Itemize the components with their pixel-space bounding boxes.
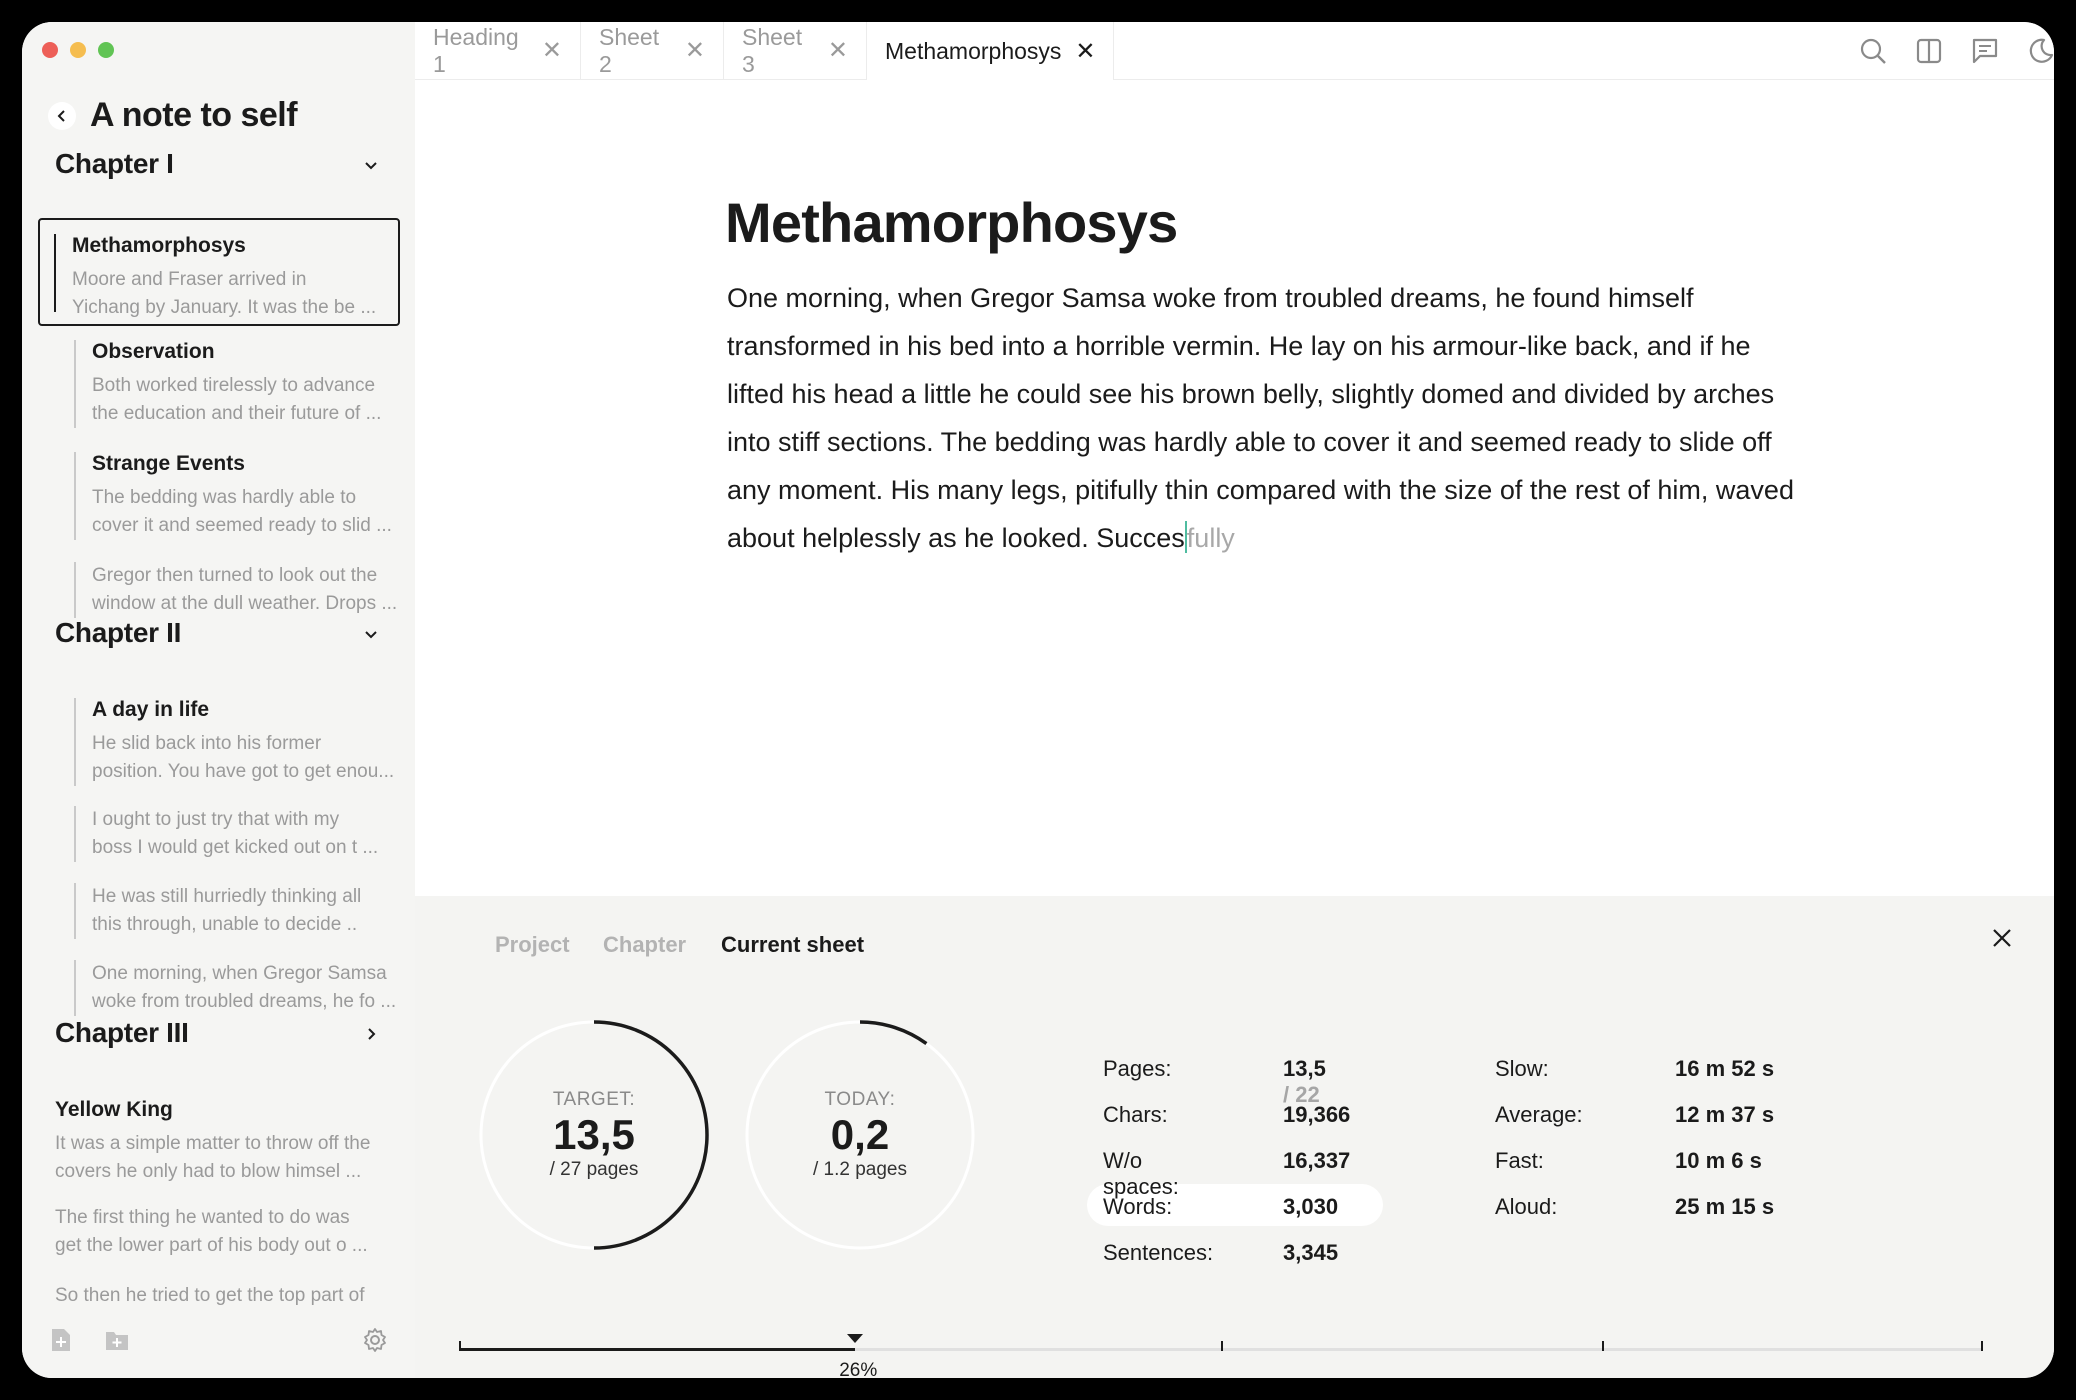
sidebar: A note to self Chapter I Methamorphosys …	[22, 22, 415, 1378]
split-view-icon[interactable]	[1914, 36, 1944, 66]
close-icon[interactable]: ✕	[542, 39, 562, 63]
list-item[interactable]: One morning, when Gregor Samsa woke from …	[74, 960, 404, 1016]
note-preview: It was a simple matter to throw off the c…	[55, 1133, 371, 1182]
list-item[interactable]: Strange Events The bedding was hardly ab…	[74, 452, 404, 540]
chevron-left-icon	[57, 110, 65, 122]
tab-label: Methamorphosys	[885, 38, 1062, 64]
list-item[interactable]: The first thing he wanted to do was get t…	[55, 1204, 385, 1260]
list-item[interactable]: Yellow King It was a simple matter to th…	[55, 1098, 385, 1186]
comments-icon[interactable]	[1970, 36, 2000, 66]
chevron-down-icon[interactable]	[362, 625, 380, 643]
close-icon[interactable]: ✕	[828, 39, 848, 63]
dark-mode-icon[interactable]	[2026, 36, 2054, 66]
progress-tick	[1602, 1341, 1604, 1351]
close-icon[interactable]: ✕	[1075, 39, 1095, 64]
back-button[interactable]	[48, 102, 76, 130]
chevron-right-icon[interactable]	[362, 1025, 380, 1043]
tab-bar: Heading 1 ✕ Sheet 2 ✕ Sheet 3 ✕ Methamorpho…	[415, 22, 2054, 81]
progress-marker[interactable]	[847, 1334, 864, 1343]
tab-label: Sheet 2	[599, 24, 660, 77]
today-goal-ring: TODAY: 0,2 / 1.2 pages	[743, 1018, 977, 1252]
progress-tick	[1981, 1341, 1983, 1351]
statistics-panel: Project Chapter Current sheet TARGET: 13…	[415, 896, 2054, 1378]
close-window-button[interactable]	[42, 42, 58, 58]
project-title: A note to self	[90, 96, 298, 134]
new-sheet-icon[interactable]	[48, 1327, 74, 1353]
list-item[interactable]: A day in life He slid back into his form…	[74, 698, 404, 786]
note-preview: Both worked tirelessly to advance the edu…	[92, 375, 382, 424]
note-preview: The bedding was hardly able to cover it a…	[92, 487, 392, 536]
note-preview: Gregor then turned to look out the window…	[92, 565, 398, 614]
document-body[interactable]: One morning, when Gregor Samsa woke from…	[727, 274, 1807, 562]
tab-methamorphosys[interactable]: Methamorphosys ✕	[867, 22, 1114, 81]
note-title: Yellow King	[55, 1098, 173, 1121]
gear-icon[interactable]	[362, 1327, 388, 1353]
window-controls	[42, 42, 114, 58]
chapter-heading[interactable]: Chapter III	[55, 1017, 189, 1049]
progress-tick	[1221, 1341, 1223, 1351]
progress-fill	[459, 1348, 856, 1351]
note-title: Strange Events	[92, 452, 245, 475]
chevron-down-icon[interactable]	[362, 156, 380, 174]
close-icon[interactable]	[1988, 924, 2016, 952]
close-icon[interactable]: ✕	[685, 39, 705, 63]
note-title: Methamorphosys	[72, 234, 246, 257]
target-pages: / 27 pages	[549, 1159, 639, 1180]
list-item-selected[interactable]: Methamorphosys Moore and Fraser arrived …	[38, 218, 400, 326]
today-label: TODAY:	[824, 1089, 896, 1110]
note-preview: I ought to just try that with my boss I w…	[92, 809, 379, 858]
list-item[interactable]: I ought to just try that with my boss I w…	[74, 806, 404, 862]
target-goal-ring: TARGET: 13,5 / 27 pages	[477, 1018, 711, 1252]
today-value: 0,2	[830, 1111, 890, 1158]
chapter-heading[interactable]: Chapter II	[55, 617, 181, 649]
note-title: A day in life	[92, 698, 210, 721]
note-preview: He slid back into his former position. Yo…	[92, 733, 395, 782]
autocomplete-suggestion[interactable]: fully	[1187, 523, 1235, 553]
stats-tab-current-sheet[interactable]: Current sheet	[721, 932, 864, 958]
zoom-window-button[interactable]	[98, 42, 114, 58]
stats-tab-project[interactable]: Project	[495, 932, 570, 958]
progress-track: 26%	[459, 1334, 1983, 1378]
target-value: 13,5	[553, 1111, 635, 1158]
minimize-window-button[interactable]	[70, 42, 86, 58]
tab-heading-1[interactable]: Heading 1 ✕	[415, 22, 581, 80]
progress-tick	[459, 1341, 461, 1351]
progress-percent: 26%	[839, 1360, 878, 1378]
note-preview: So then he tried to get the top part of	[55, 1285, 365, 1306]
list-item[interactable]: He was still hurriedly thinking all this …	[74, 883, 404, 939]
tab-label: Heading 1	[433, 24, 519, 77]
note-preview: The first thing he wanted to do was get t…	[55, 1207, 368, 1256]
today-pages: / 1.2 pages	[812, 1159, 908, 1180]
tab-label: Sheet 3	[742, 24, 803, 77]
note-title: Observation	[92, 340, 215, 363]
note-preview: He was still hurriedly thinking all this …	[92, 886, 362, 935]
chapter-heading[interactable]: Chapter I	[55, 148, 174, 180]
new-folder-icon[interactable]	[104, 1327, 130, 1353]
search-icon[interactable]	[1858, 36, 1888, 66]
list-item[interactable]: So then he tried to get the top part of	[55, 1282, 385, 1310]
list-item[interactable]: Gregor then turned to look out the window…	[74, 562, 404, 618]
tab-sheet-3[interactable]: Sheet 3 ✕	[724, 22, 867, 80]
tab-sheet-2[interactable]: Sheet 2 ✕	[581, 22, 724, 80]
app-window: A note to self Chapter I Methamorphosys …	[22, 22, 2054, 1378]
note-preview: Moore and Fraser arrived in Yichang by Ja…	[72, 269, 377, 318]
stats-tab-chapter[interactable]: Chapter	[603, 932, 686, 958]
target-label: TARGET:	[552, 1089, 636, 1110]
editor[interactable]: Methamorphosys One morning, when Gregor …	[415, 80, 2054, 918]
list-item[interactable]: Observation Both worked tirelessly to ad…	[74, 340, 404, 428]
note-preview: One morning, when Gregor Samsa woke from …	[92, 963, 397, 1012]
document-title[interactable]: Methamorphosys	[725, 190, 1178, 255]
